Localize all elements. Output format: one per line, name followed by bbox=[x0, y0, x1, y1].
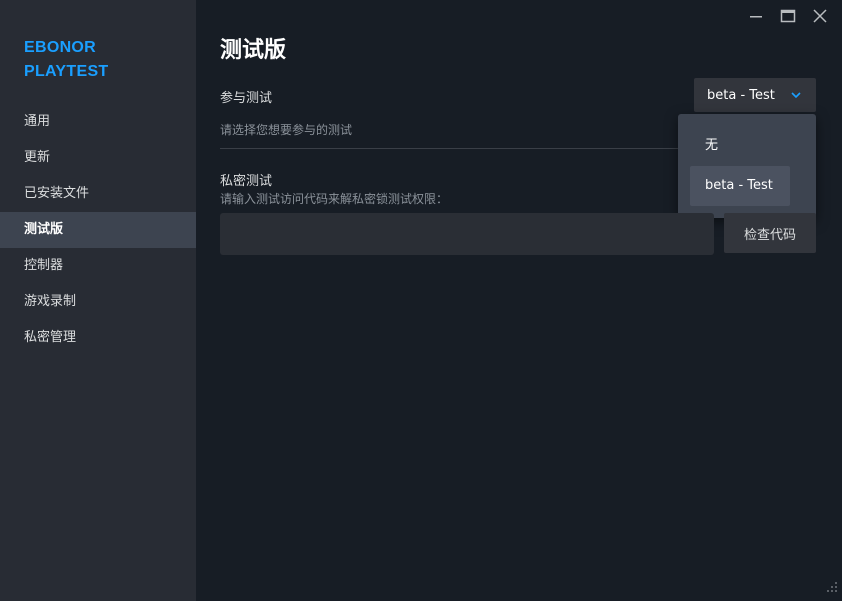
participate-hint: 请选择您想要参与的测试 bbox=[220, 123, 353, 137]
dropdown-selected-value: beta - Test bbox=[707, 87, 775, 103]
dropdown-option-none[interactable]: 无 bbox=[690, 126, 790, 166]
app-title-line2: PLAYTEST bbox=[24, 63, 109, 80]
divider bbox=[220, 148, 702, 149]
sidebar-item-controller[interactable]: 控制器 bbox=[0, 248, 196, 284]
sidebar-item-game-recording[interactable]: 游戏录制 bbox=[0, 284, 196, 320]
sidebar-item-betas[interactable]: 测试版 bbox=[0, 212, 196, 248]
dropdown-menu: 无 beta - Test bbox=[678, 114, 816, 218]
dropdown-option-beta-test[interactable]: beta - Test bbox=[690, 166, 790, 206]
private-beta-label: 私密测试 bbox=[220, 174, 273, 189]
sidebar-item-privacy[interactable]: 私密管理 bbox=[0, 320, 196, 356]
sidebar-item-updates[interactable]: 更新 bbox=[0, 140, 196, 176]
sidebar-nav: 通用 更新 已安装文件 测试版 控制器 游戏录制 私密管理 bbox=[0, 104, 196, 356]
beta-select-dropdown[interactable]: beta - Test bbox=[694, 78, 816, 112]
private-beta-hint: 请输入测试访问代码来解私密锁测试权限： bbox=[220, 192, 449, 206]
app-title-line1: EBONOR bbox=[24, 39, 97, 56]
access-code-input[interactable] bbox=[220, 213, 714, 255]
main-panel: 测试版 参与测试 请选择您想要参与的测试 beta - Test 无 beta … bbox=[196, 0, 842, 601]
sidebar: EBONOR PLAYTEST 通用 更新 已安装文件 测试版 控制器 游戏录制… bbox=[0, 0, 196, 601]
participate-label: 参与测试 bbox=[220, 91, 273, 106]
resize-grip-icon[interactable] bbox=[826, 578, 838, 597]
app-title: EBONOR PLAYTEST bbox=[24, 36, 109, 84]
sidebar-item-general[interactable]: 通用 bbox=[0, 104, 196, 140]
check-code-button[interactable]: 检查代码 bbox=[724, 213, 816, 253]
chevron-down-icon bbox=[790, 89, 802, 105]
sidebar-item-installed-files[interactable]: 已安装文件 bbox=[0, 176, 196, 212]
page-title: 测试版 bbox=[220, 38, 287, 63]
